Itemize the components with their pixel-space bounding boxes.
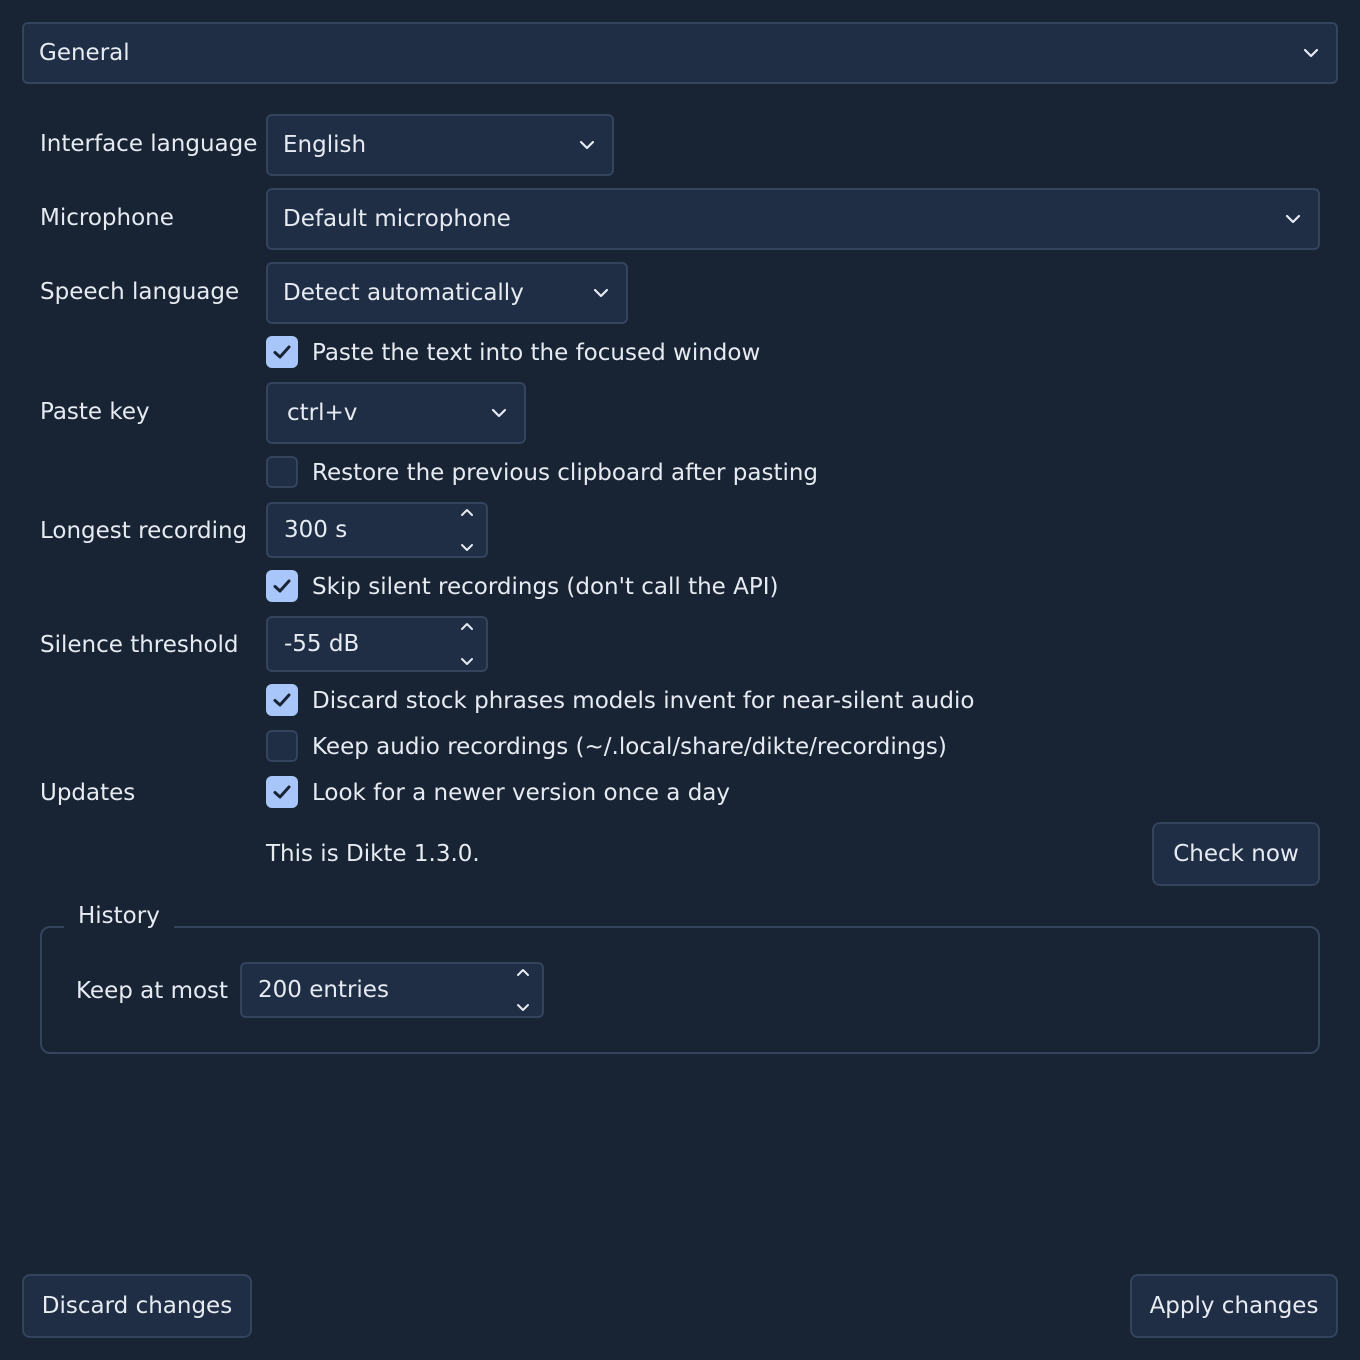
category-dropdown[interactable]: General	[22, 22, 1338, 84]
checkmark-icon	[273, 785, 291, 799]
version-text: This is Dikte 1.3.0.	[266, 841, 480, 867]
check-daily-checkbox[interactable]	[266, 776, 298, 808]
keep-audio-label[interactable]: Keep audio recordings (~/.local/share/di…	[312, 732, 947, 762]
restore-clipboard-label[interactable]: Restore the previous clipboard after pas…	[312, 458, 818, 488]
checkmark-icon	[273, 579, 291, 593]
speech-language-dropdown[interactable]: Detect automatically	[266, 262, 628, 324]
chevron-down-icon[interactable]	[516, 1002, 530, 1012]
checkmark-icon	[273, 693, 291, 707]
history-group-title: History	[64, 901, 174, 931]
silence-threshold-value: -55 dB	[284, 631, 360, 657]
chevron-down-icon	[1285, 214, 1301, 224]
longest-recording-label: Longest recording	[40, 518, 248, 544]
updates-label: Updates	[40, 780, 136, 806]
keep-audio-checkbox[interactable]	[266, 730, 298, 762]
paste-key-value: ctrl+v	[287, 400, 358, 426]
chevron-up-icon[interactable]	[460, 622, 474, 632]
checkmark-icon	[273, 345, 291, 359]
paste-focused-label[interactable]: Paste the text into the focused window	[312, 338, 760, 368]
microphone-dropdown[interactable]: Default microphone	[266, 188, 1320, 250]
history-group	[40, 926, 1320, 1054]
chevron-down-icon[interactable]	[460, 656, 474, 666]
longest-recording-spinbox[interactable]: 300 s	[266, 502, 488, 558]
discard-changes-button[interactable]: Discard changes	[22, 1274, 252, 1338]
history-keep-label: Keep at most	[76, 978, 229, 1004]
interface-language-label: Interface language	[40, 131, 258, 157]
speech-language-label: Speech language	[40, 279, 240, 305]
paste-focused-checkbox[interactable]	[266, 336, 298, 368]
skip-silent-checkbox[interactable]	[266, 570, 298, 602]
history-keep-spinbox[interactable]: 200 entries	[240, 962, 544, 1018]
chevron-up-icon[interactable]	[460, 508, 474, 518]
chevron-down-icon	[491, 408, 507, 418]
paste-key-label: Paste key	[40, 399, 150, 425]
chevron-down-icon	[1303, 48, 1319, 58]
silence-threshold-spinbox[interactable]: -55 dB	[266, 616, 488, 672]
skip-silent-label[interactable]: Skip silent recordings (don't call the A…	[312, 572, 779, 602]
restore-clipboard-checkbox[interactable]	[266, 456, 298, 488]
check-now-button[interactable]: Check now	[1152, 822, 1320, 886]
check-daily-label[interactable]: Look for a newer version once a day	[312, 778, 730, 808]
chevron-down-icon	[579, 140, 595, 150]
speech-language-value: Detect automatically	[283, 280, 524, 306]
interface-language-value: English	[283, 132, 367, 158]
microphone-label: Microphone	[40, 205, 174, 231]
microphone-value: Default microphone	[283, 206, 511, 232]
longest-recording-value: 300 s	[284, 517, 348, 543]
history-keep-value: 200 entries	[258, 977, 389, 1003]
paste-key-dropdown[interactable]: ctrl+v	[266, 382, 526, 444]
chevron-up-icon[interactable]	[516, 968, 530, 978]
discard-phrases-checkbox[interactable]	[266, 684, 298, 716]
chevron-down-icon	[593, 288, 609, 298]
discard-phrases-label[interactable]: Discard stock phrases models invent for …	[312, 686, 974, 716]
chevron-down-icon[interactable]	[460, 542, 474, 552]
interface-language-dropdown[interactable]: English	[266, 114, 614, 176]
silence-threshold-label: Silence threshold	[40, 632, 239, 658]
category-dropdown-value: General	[39, 40, 130, 66]
apply-changes-button[interactable]: Apply changes	[1130, 1274, 1338, 1338]
